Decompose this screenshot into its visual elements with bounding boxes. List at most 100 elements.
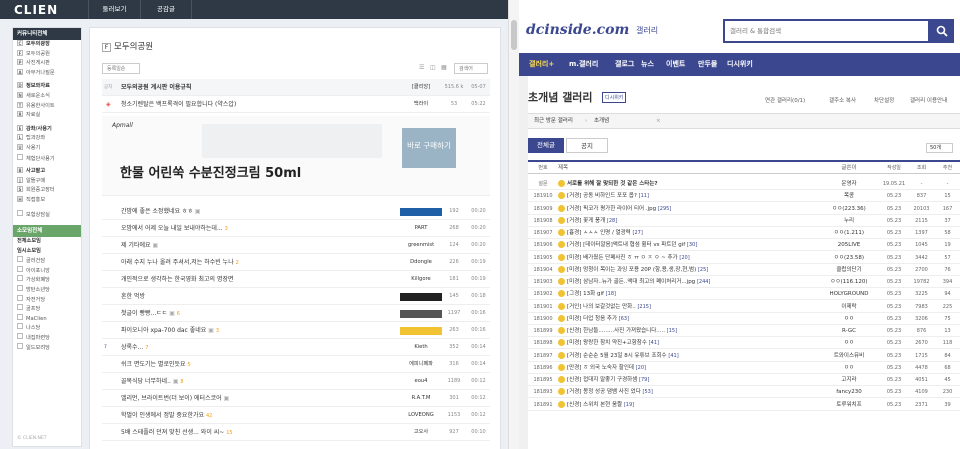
table-row[interactable]: 181902 [그경] 13화 gif [18] HOLYGROUND 05.23 32… bbox=[528, 288, 960, 301]
row-title[interactable]: 개인적으로 생각하는 한국영화 최고의 명장면 bbox=[121, 271, 386, 288]
row-writer[interactable]: ㅇㅇ(116.120) bbox=[818, 276, 880, 288]
table-row[interactable]: 쉬크 면도기는 별로인듯요 5 에피니페파 316 00:14 bbox=[102, 356, 490, 373]
row-title[interactable]: 엘리먼, 브라이트번(더 보이) 에터스코어 ▣ bbox=[121, 390, 386, 407]
sidebar-item[interactable]: F 모두의공원 bbox=[13, 49, 81, 60]
row-writer[interactable]: 운영자 bbox=[818, 178, 880, 190]
row-nick[interactable]: eou4 bbox=[400, 373, 442, 390]
row-writer[interactable]: ㅇㅇ bbox=[818, 337, 880, 349]
row-writer[interactable]: ㅇㅇ(223.36) bbox=[818, 203, 880, 215]
table-row[interactable]: 아래 수지 누나 올려 주셔서,저는 하수빈 누나 2 Ddongle 226 00:… bbox=[102, 254, 490, 271]
sidebar-item[interactable]: R 자료실 bbox=[13, 111, 81, 121]
row-title[interactable]: [그경] 13화 gif [18] bbox=[558, 288, 828, 300]
sidebar-item[interactable]: U 사용기 bbox=[13, 143, 81, 154]
scrollbar-thumb[interactable] bbox=[511, 20, 517, 50]
nav-item[interactable]: 뉴스 bbox=[641, 53, 654, 76]
search-select[interactable]: 검색어 bbox=[454, 63, 488, 74]
row-nick[interactable]: Kieth bbox=[400, 339, 442, 356]
table-row[interactable]: 181908 [거경] 꽃게 풍개 [28] 누리 05.23 2115 37 bbox=[528, 215, 960, 227]
table-row[interactable]: 오밤에서 어제 오늘 내일 보내야하는데... 3 PART 268 00:20 bbox=[102, 220, 490, 237]
sidebar-item[interactable]: P 사진게시판 bbox=[13, 59, 81, 69]
row-title[interactable]: [거경] 순순순 5월 23일 8시 유튜브 조회수 [41] bbox=[558, 350, 828, 362]
row-title[interactable]: 아래 수지 누나 올려 주셔서,저는 하수빈 누나 2 bbox=[121, 254, 386, 272]
sidebar-item[interactable]: T 유용한사이트 bbox=[13, 101, 81, 112]
list-view-icon[interactable]: ☰ bbox=[419, 64, 424, 71]
grid-view-icon[interactable]: ▦ bbox=[441, 64, 447, 71]
row-title[interactable]: 간밤에 좋은 소정했네요 ㅎㅎ ▣ bbox=[121, 203, 386, 220]
row-title[interactable]: [신경] 스위치 본현 움짤 [19] bbox=[558, 399, 828, 411]
row-title[interactable]: 혼한 먹방 bbox=[121, 288, 386, 305]
table-row[interactable]: 181905 [미경] 배가웠든 단페사진 ㅎ ㅠ ㅇ ㅈ ㅇ ~ 추가 [20]… bbox=[528, 252, 960, 264]
row-writer[interactable]: 205LIVE bbox=[818, 239, 880, 251]
table-row[interactable]: 181898 [미경] 왕랑한 참치 약진+고함참수 [41] ㅇㅇ 05.23 267… bbox=[528, 337, 960, 350]
row-writer[interactable]: 이제락 bbox=[818, 301, 880, 313]
sidebar-item[interactable]: D 정보와자료 bbox=[13, 82, 81, 92]
tab-all-posts[interactable]: 전체글 bbox=[528, 138, 564, 153]
table-row[interactable]: 파이오니아 xpa-700 dac 좋네요 ▣ 3 263 00:16 bbox=[102, 322, 490, 339]
row-title[interactable]: 쉬크 면도기는 별로인듯요 5 bbox=[121, 356, 386, 374]
table-row[interactable]: 181909 [거경] 픽코가 평가한 라이어 티어 .jpg [295] ㅇㅇ(2… bbox=[528, 203, 960, 215]
row-nick[interactable]: 백라이 bbox=[400, 96, 442, 113]
table-row[interactable]: 181906 [거경] [데이터알음]액트내 협섬 휠터 vs 파트던 gif [… bbox=[528, 239, 960, 252]
sidebar-item[interactable]: S 회원중고장터 bbox=[13, 186, 81, 196]
table-row[interactable]: 첫글이 빵빵...ㄷㄷ ▣ 6 1197 00:16 bbox=[102, 305, 490, 322]
row-writer[interactable]: 목콩 bbox=[818, 190, 880, 202]
row-writer[interactable]: ㅇㅇ bbox=[818, 313, 880, 325]
row-title[interactable]: [거경] 몽정 성공 댐뱀 사진 었다 [53] bbox=[558, 386, 828, 398]
table-row[interactable]: 181900 [미경] 더업 청음 추가 [63] ㅇㅇ 05.23 3206 75 bbox=[528, 313, 960, 325]
row-writer[interactable]: HOLYGROUND bbox=[818, 288, 880, 300]
ad-banner[interactable]: Apmall 한물 어린쑥 수분진정크림 50ml 바로 구매하기 bbox=[102, 116, 490, 196]
nav-item[interactable]: 갤로그 bbox=[615, 53, 634, 76]
sidebar-item[interactable]: N 새로운소식 bbox=[13, 91, 81, 102]
small-group-item[interactable]: 일드모려당 bbox=[13, 342, 81, 353]
related-gallery-link[interactable]: 연관 갤러리(0/1) bbox=[765, 96, 805, 104]
close-icon[interactable]: × bbox=[656, 114, 661, 129]
nav-item[interactable]: 디시위키 bbox=[727, 53, 753, 76]
table-row[interactable]: 설문 서로를 위해 잘 맞되한 것 같은 스타는? 운영자 19.05.21 - - bbox=[528, 178, 960, 191]
row-writer[interactable]: 고지라 bbox=[818, 374, 880, 386]
row-title[interactable]: [거인] 나의 보갈것없는 만화.. [215] bbox=[558, 301, 828, 313]
row-title[interactable]: [신경] 한남들.........사진 가져왔습니다..... [15] bbox=[558, 325, 828, 337]
small-all-link[interactable]: 전체소모임 bbox=[13, 237, 81, 247]
row-writer[interactable]: 클럽의단기 bbox=[818, 264, 880, 276]
row-writer[interactable]: 토루워치프 bbox=[818, 399, 880, 411]
nav-item[interactable]: m.갤러리 bbox=[569, 53, 598, 76]
block-settings-link[interactable]: 차단설정 bbox=[874, 96, 894, 104]
table-row[interactable]: 7 상록수... 7 Kieth 352 00:14 bbox=[102, 339, 490, 356]
row-nick[interactable]: Killgore bbox=[400, 271, 442, 288]
sidebar-item[interactable]: 보험상담실 bbox=[13, 209, 81, 220]
small-group-item[interactable]: 자전거당 bbox=[13, 294, 81, 305]
row-title[interactable]: 상록수... 7 bbox=[121, 339, 386, 357]
tab-empathy[interactable]: 공감글 bbox=[140, 0, 192, 19]
ad-buy-button[interactable]: 바로 구매하기 bbox=[402, 128, 456, 168]
table-row[interactable]: 181896 [만경] ㅎ 외국 노숙자 할인데 [20] ㅇㅇ 05.23 4478 6… bbox=[528, 362, 960, 374]
row-title[interactable]: [흉경] ㅅㅅㅅ 인명 / 열광력 [27] bbox=[558, 227, 828, 239]
dc-logo[interactable]: dcinside.com bbox=[526, 22, 629, 38]
row-title[interactable]: 서로를 위해 잘 맞되한 것 같은 스타는? bbox=[558, 178, 828, 190]
copy-address-link[interactable]: 갤주소 복사 bbox=[829, 96, 856, 104]
row-writer[interactable]: fancy230 bbox=[818, 386, 880, 398]
row-title[interactable]: 청소기렌탈은 백프록격이 필요합니다 (약스압) bbox=[121, 96, 386, 113]
sidebar-item[interactable]: J 알뜰구매 bbox=[13, 176, 81, 187]
table-row[interactable]: 골목식당 너무하네.. ▣ 8 eou4 1189 00:12 bbox=[102, 373, 490, 390]
table-row[interactable]: 181895 [신경] 접대지 말좋기 구경하셈 [79] 고지라 05.23 4051… bbox=[528, 374, 960, 387]
table-row[interactable]: 181907 [흉경] ㅅㅅㅅ 인명 / 열광력 [27] ㅇㅇ(1.211) 05.… bbox=[528, 227, 960, 240]
row-title[interactable]: [미경] 왕랑한 참치 약진+고함참수 [41] bbox=[558, 337, 828, 349]
small-group-item[interactable]: 내집마련당 bbox=[13, 333, 81, 343]
table-row[interactable]: 혼한 먹방 145 00:18 bbox=[102, 288, 490, 305]
table-row[interactable]: 181899 [신경] 한남들.........사진 가져왔습니다..... [1… bbox=[528, 325, 960, 338]
sidebar-item[interactable]: E 강좌/사용기 bbox=[13, 124, 81, 135]
tab-notice[interactable]: 공지 bbox=[566, 138, 608, 153]
sort-select[interactable]: 등록일순 bbox=[102, 63, 140, 74]
row-title[interactable]: [미경] 멍청이 목이는 과잉 포용 20P (항,용,생,장,현,범) [25… bbox=[558, 264, 828, 276]
row-writer[interactable]: ㅇㅇ bbox=[818, 362, 880, 374]
table-row[interactable]: 181893 [거경] 몽정 성공 댐뱀 사진 었다 [53] fancy230 05… bbox=[528, 386, 960, 399]
small-group-item[interactable]: 아이포니앙 bbox=[13, 265, 81, 276]
row-title[interactable]: [거경] [데이터알음]액트내 협섬 휠터 vs 파트던 gif [30] bbox=[558, 239, 828, 251]
small-group-item[interactable]: 골프당 bbox=[13, 304, 81, 314]
table-row[interactable]: 간밤에 좋은 소정했네요 ㅎㅎ ▣ 192 00:20 bbox=[102, 203, 490, 220]
recent-gallery-item[interactable]: 초개념 bbox=[594, 114, 609, 129]
row-title[interactable]: [신경] 접대지 말좋기 구경하셈 [79] bbox=[558, 374, 828, 386]
row-title[interactable]: 제 기타에요 ▣ bbox=[121, 237, 386, 254]
row-nick[interactable]: Ddongle bbox=[400, 254, 442, 271]
nav-item[interactable]: 갤러리+ bbox=[529, 53, 554, 76]
